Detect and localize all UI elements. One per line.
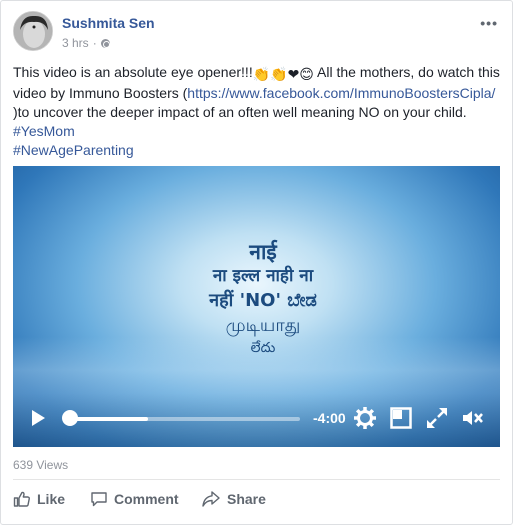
progress-fill bbox=[70, 417, 149, 421]
play-icon[interactable] bbox=[32, 410, 45, 426]
comment-label: Comment bbox=[114, 491, 179, 507]
like-label: Like bbox=[37, 491, 66, 507]
action-divider bbox=[13, 479, 500, 480]
time-remaining: -4:00 bbox=[313, 410, 346, 426]
like-button[interactable]: Like bbox=[13, 490, 65, 508]
thumbs-up-icon bbox=[13, 491, 30, 507]
video-word-1: नाई bbox=[249, 240, 277, 264]
mute-icon[interactable] bbox=[461, 406, 485, 430]
post-header: Sushmita Sen 3 hrs · ••• bbox=[13, 11, 502, 55]
video-word-4: முடியாது bbox=[225, 315, 301, 336]
gear-icon[interactable] bbox=[353, 406, 377, 430]
emoji-icon: 👏👏❤😊 bbox=[252, 66, 314, 82]
video-player[interactable]: नाई ना इल्ल नाही ना नहीं 'NO' ಬೇಡ முடியா… bbox=[13, 166, 500, 447]
post-text-part-3: )to uncover the deeper impact of an ofte… bbox=[13, 104, 467, 120]
video-word-5: లేదు bbox=[250, 340, 276, 356]
view-count: 639 Views bbox=[13, 458, 69, 472]
fullscreen-icon[interactable] bbox=[425, 406, 449, 430]
progress-bar[interactable] bbox=[70, 417, 300, 421]
comment-icon bbox=[91, 492, 107, 507]
share-button[interactable]: Share bbox=[201, 490, 266, 508]
share-label: Share bbox=[227, 491, 266, 507]
video-words: नाई ना इल्ल नाही ना नहीं 'NO' ಬೇಡ முடியா… bbox=[153, 240, 373, 358]
video-word-2: ना इल्ल नाही ना bbox=[212, 266, 314, 286]
post-card: Sushmita Sen 3 hrs · ••• This video is a… bbox=[0, 0, 513, 525]
post-text-part-1: This video is an absolute eye opener!!! bbox=[13, 64, 253, 80]
video-word-3: नहीं 'NO' ಬೇಡ bbox=[209, 290, 317, 311]
progress-knob[interactable] bbox=[62, 410, 78, 426]
avatar[interactable] bbox=[13, 11, 53, 51]
meta-separator: · bbox=[92, 36, 97, 50]
post-link[interactable]: https://www.facebook.com/ImmunoBoostersC… bbox=[187, 85, 495, 101]
author-name[interactable]: Sushmita Sen bbox=[62, 15, 155, 31]
share-arrow-icon bbox=[202, 491, 220, 507]
post-time[interactable]: 3 hrs bbox=[62, 36, 89, 50]
hashtag-yesmom[interactable]: #YesMom bbox=[13, 123, 75, 139]
video-controls: -4:00 bbox=[13, 393, 500, 447]
hashtag-newageparenting[interactable]: #NewAgeParenting bbox=[13, 142, 134, 158]
more-options-button[interactable]: ••• bbox=[480, 15, 498, 31]
picture-in-picture-icon[interactable] bbox=[389, 406, 413, 430]
globe-icon bbox=[100, 38, 110, 48]
post-meta: 3 hrs · bbox=[62, 36, 110, 50]
comment-button[interactable]: Comment bbox=[90, 490, 179, 508]
post-body: This video is an absolute eye opener!!!👏… bbox=[13, 63, 503, 160]
